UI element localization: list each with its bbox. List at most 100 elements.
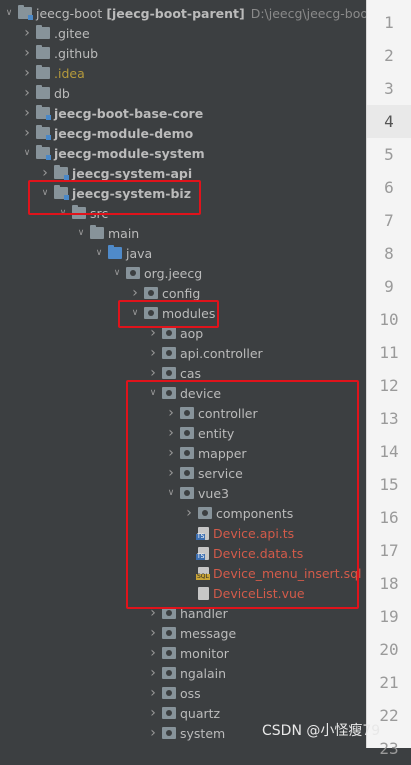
tree-item-label: jeecg-module-demo: [54, 125, 194, 141]
tree-item-label: jeecg-module-system: [54, 145, 205, 161]
tree-item-ngalain[interactable]: › ngalain: [0, 663, 366, 683]
line-number: 9: [384, 277, 394, 296]
line-number: 1: [384, 13, 394, 32]
tree-item-label: .github: [54, 45, 99, 61]
tree-item-monitor[interactable]: › monitor: [0, 643, 366, 663]
package-icon: [162, 327, 176, 339]
tree-item-label: message: [180, 625, 237, 641]
chevron-down-icon[interactable]: ∨: [92, 248, 106, 258]
package-icon: [162, 627, 176, 639]
tree-item-jeecg-module-system[interactable]: ∨ jeecg-module-system: [0, 143, 366, 163]
tree-item-oss[interactable]: › oss: [0, 683, 366, 703]
chevron-right-icon[interactable]: ›: [20, 105, 34, 121]
tree-item-api-controller[interactable]: › api.controller: [0, 343, 366, 363]
tree-item-label: org.jeecg: [144, 265, 203, 281]
line-number: 10: [379, 310, 399, 329]
tree-item-label: ngalain: [180, 665, 227, 681]
chevron-right-icon[interactable]: ›: [20, 125, 34, 141]
tree-item-java[interactable]: ∨ java: [0, 243, 366, 263]
chevron-right-icon[interactable]: ›: [146, 645, 160, 661]
line-number: 17: [379, 541, 399, 560]
highlight-box-jeecg-system-biz: [28, 180, 201, 215]
module-folder-icon: [54, 165, 69, 180]
line-number: 12: [379, 376, 399, 395]
package-icon: [144, 287, 158, 299]
highlight-box-device: [126, 380, 359, 609]
package-icon: [126, 267, 140, 279]
line-number: 6: [384, 178, 394, 197]
line-number: 4: [367, 105, 411, 138]
line-number: 5: [384, 145, 394, 164]
chevron-right-icon[interactable]: ›: [20, 25, 34, 41]
module-folder-icon: [18, 5, 33, 20]
tree-item-main[interactable]: ∨ main: [0, 223, 366, 243]
package-icon: [162, 727, 176, 739]
line-number: 20: [379, 640, 399, 659]
tree-item-idea[interactable]: › .idea: [0, 63, 366, 83]
chevron-right-icon[interactable]: ›: [146, 685, 160, 701]
tree-item-label: system: [180, 725, 226, 741]
line-number: 2: [384, 46, 394, 65]
line-number: 19: [379, 607, 399, 626]
chevron-down-icon[interactable]: ∨: [2, 8, 16, 18]
tree-item-message[interactable]: › message: [0, 623, 366, 643]
tree-item-label: jeecg-boot-base-core: [54, 105, 204, 121]
module-folder-icon: [36, 125, 51, 140]
chevron-right-icon[interactable]: ›: [146, 725, 160, 741]
tree-item-gitee[interactable]: › .gitee: [0, 23, 366, 43]
chevron-down-icon[interactable]: ∨: [74, 228, 88, 238]
editor-line-gutter: 1 2 3 4 5 6 7 8 9 10 11 12 13 14 15 16 17 18 19 20 21 22 23: [366, 0, 411, 758]
tree-item-label: api.controller: [180, 345, 263, 361]
chevron-right-icon[interactable]: ›: [146, 345, 160, 361]
tree-item-jeecg-boot-base-core[interactable]: › jeecg-boot-base-core: [0, 103, 366, 123]
folder-icon: [36, 85, 50, 99]
chevron-right-icon[interactable]: ›: [20, 85, 34, 101]
module-folder-icon: [36, 105, 51, 120]
tree-item-label: monitor: [180, 645, 229, 661]
package-icon: [162, 347, 176, 359]
chevron-down-icon[interactable]: ∨: [20, 148, 34, 158]
folder-icon: [90, 225, 104, 239]
tree-item-db[interactable]: › db: [0, 83, 366, 103]
tree-item-label: jeecg-boot: [36, 5, 103, 21]
tree-item-github[interactable]: › .github: [0, 43, 366, 63]
tree-item-label: .idea: [54, 65, 85, 81]
package-icon: [162, 707, 176, 719]
chevron-right-icon[interactable]: ›: [128, 285, 142, 301]
line-number: 8: [384, 244, 394, 263]
source-folder-icon: [108, 245, 122, 259]
project-tree[interactable]: ∨ jeecg-boot [jeecg-boot-parent] D:\jeecg\j…: [0, 0, 373, 748]
tree-item-label: jeecg-system-api: [72, 165, 193, 181]
chevron-right-icon[interactable]: ›: [146, 665, 160, 681]
line-number: 3: [384, 79, 394, 98]
chevron-right-icon[interactable]: ›: [146, 365, 160, 381]
package-icon: [162, 647, 176, 659]
folder-icon: [36, 25, 50, 39]
chevron-right-icon[interactable]: ›: [146, 625, 160, 641]
module-parent-label: [jeecg-boot-parent]: [106, 5, 245, 21]
chevron-down-icon[interactable]: ∨: [110, 268, 124, 278]
chevron-right-icon[interactable]: ›: [146, 705, 160, 721]
line-number: 21: [379, 673, 399, 692]
chevron-right-icon[interactable]: ›: [20, 45, 34, 61]
line-number: 7: [384, 211, 394, 230]
module-folder-icon: [36, 145, 51, 160]
tree-item-label: oss: [180, 685, 201, 701]
package-icon: [162, 667, 176, 679]
chevron-right-icon[interactable]: ›: [20, 65, 34, 81]
tree-item-org-jeecg[interactable]: ∨ org.jeecg: [0, 263, 366, 283]
tree-item-label: main: [108, 225, 140, 241]
line-number: 13: [379, 409, 399, 428]
tree-item-jeecg-module-demo[interactable]: › jeecg-module-demo: [0, 123, 366, 143]
tree-item-jeecg-boot[interactable]: ∨ jeecg-boot [jeecg-boot-parent] D:\jeecg\j…: [0, 3, 373, 23]
tree-item-label: java: [126, 245, 153, 261]
line-number: 14: [379, 442, 399, 461]
tree-item-label: db: [54, 85, 70, 101]
line-number: 16: [379, 508, 399, 527]
watermark: CSDN @小怪瘦79: [262, 723, 381, 739]
chevron-right-icon[interactable]: ›: [38, 165, 52, 181]
highlight-box-modules: [118, 300, 219, 328]
tree-item-label: config: [162, 285, 201, 301]
folder-icon: [36, 45, 50, 59]
project-path-label: D:\jeecg\jeecg-boot: [250, 5, 373, 21]
